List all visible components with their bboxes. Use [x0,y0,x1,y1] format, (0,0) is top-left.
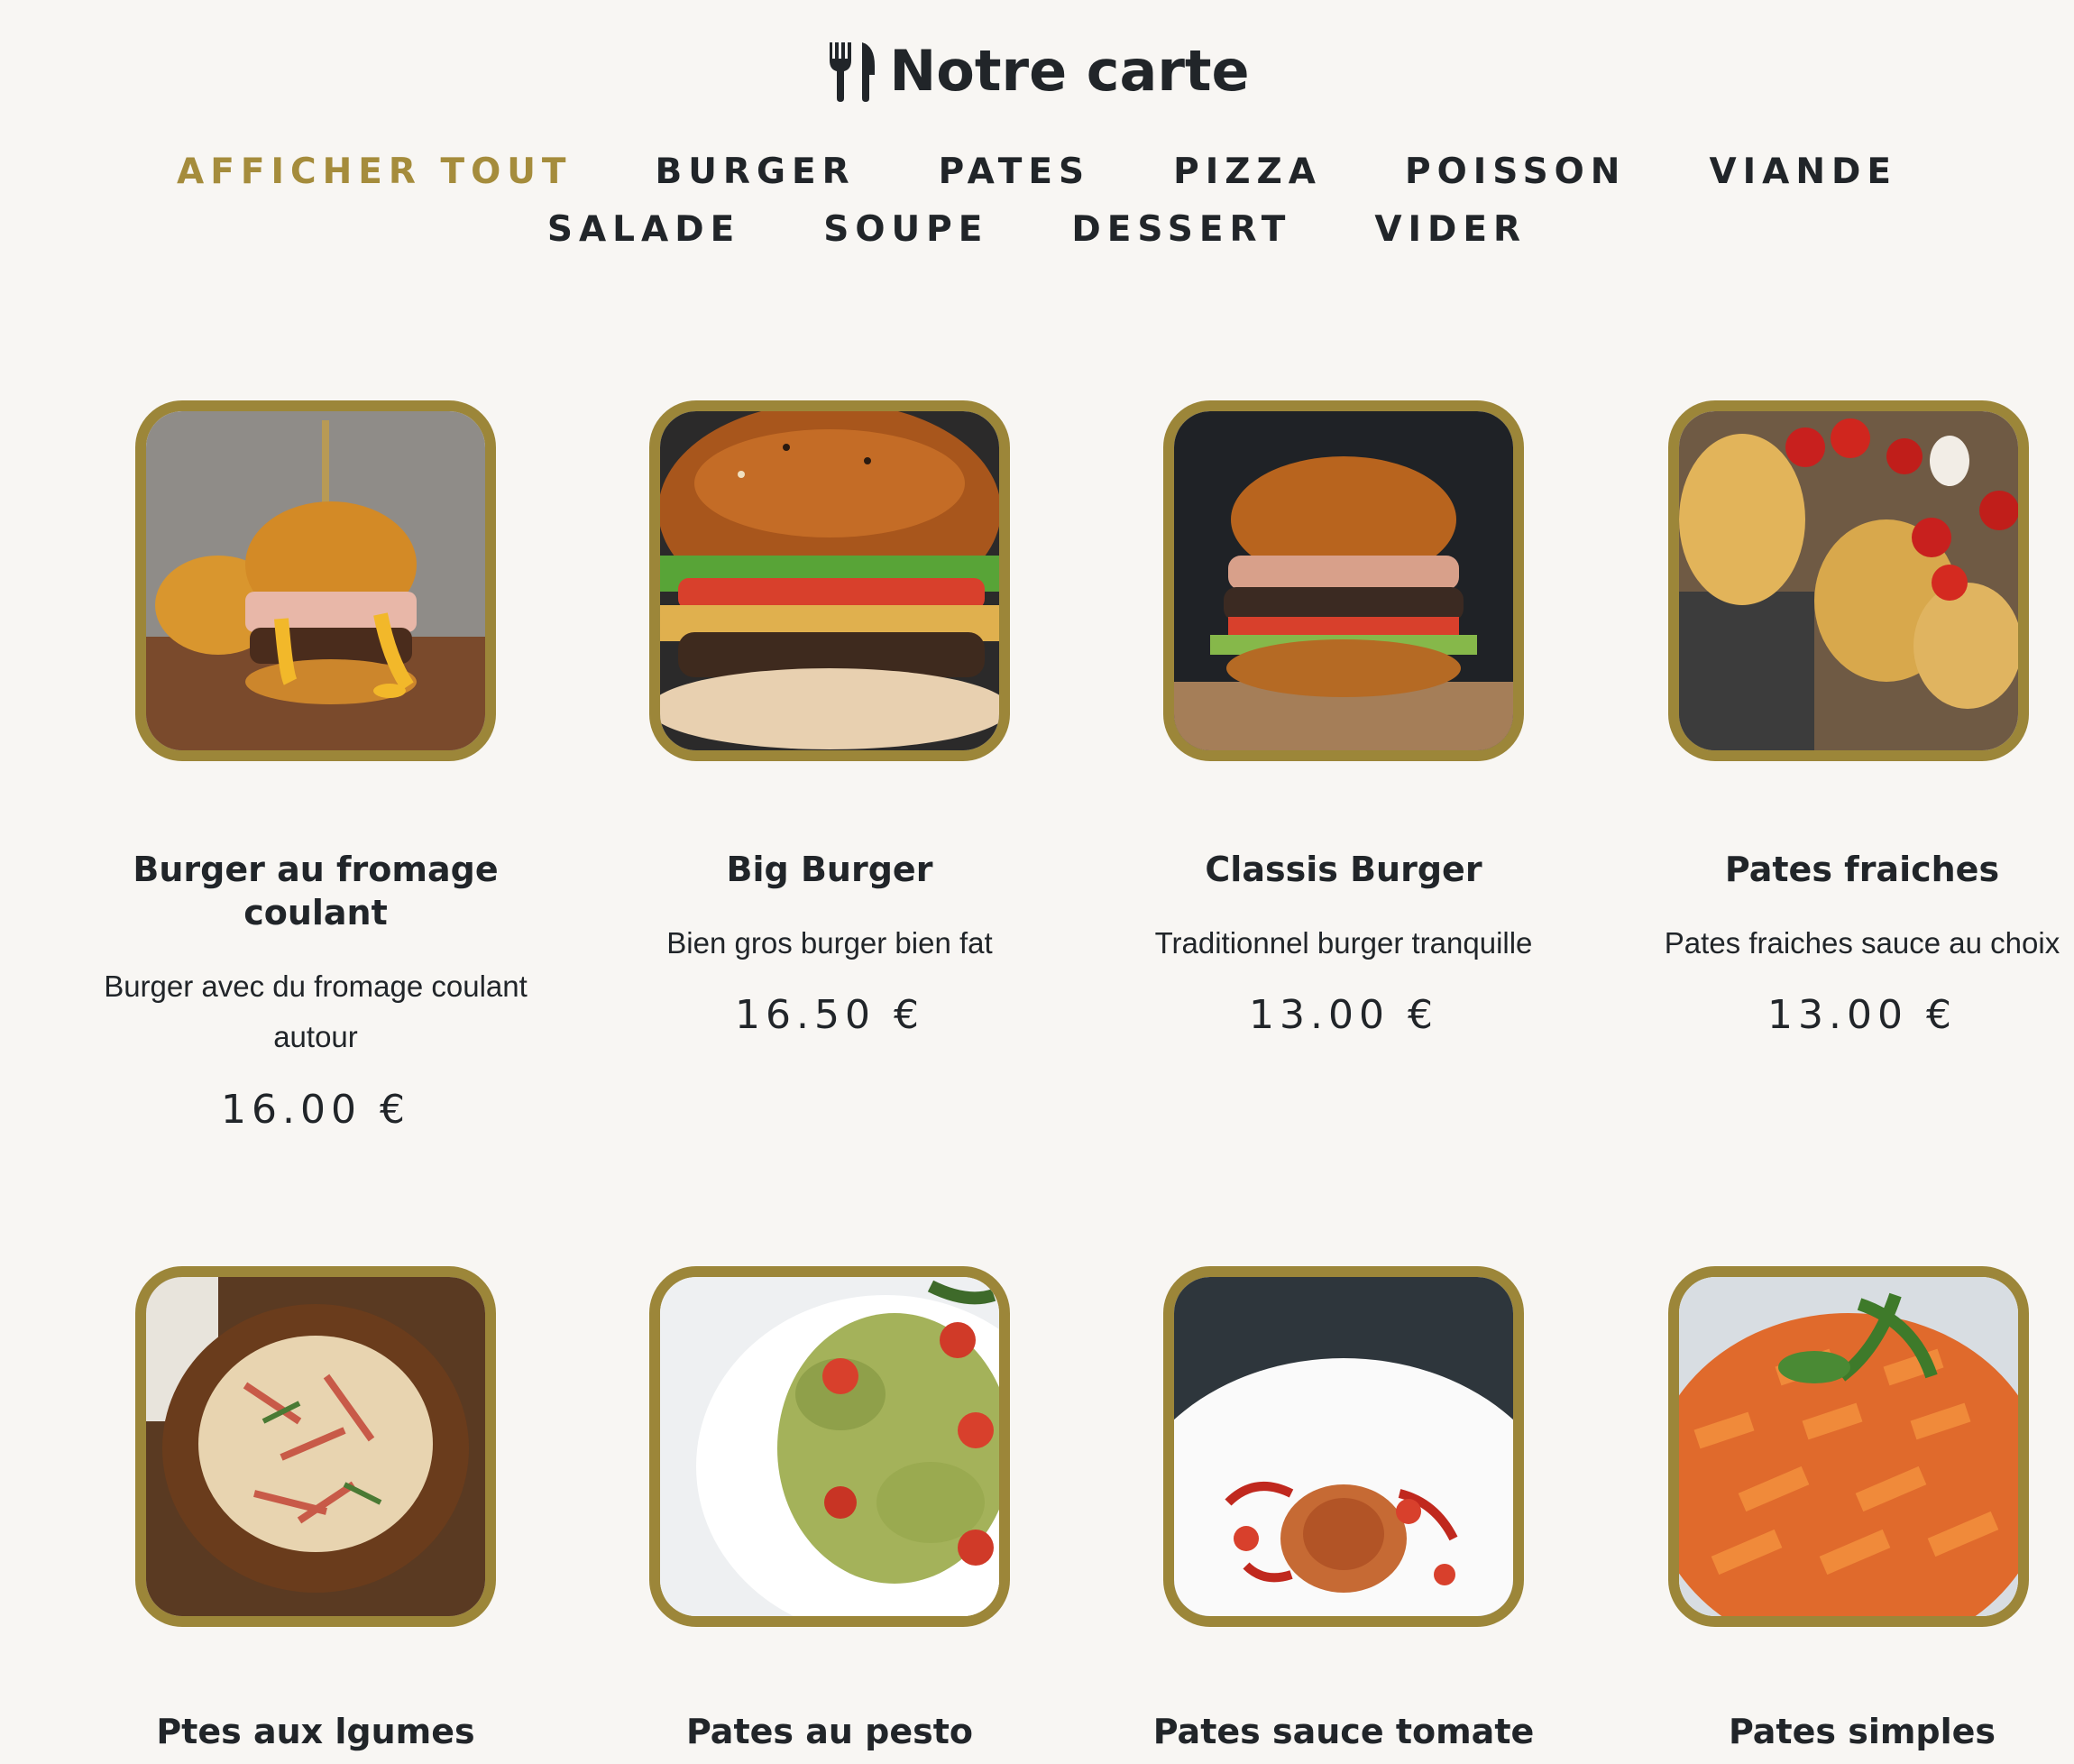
item-description: Burger avec du fromage coulant autour [104,969,528,1053]
fresh-pasta-photo[interactable] [1668,400,2029,761]
filter-burger[interactable]: BURGER [656,152,856,192]
item-name: Pates fraiches [1724,850,2000,889]
filter-row-1: AFFICHER TOUT BURGER PATES PIZZA POISSON… [0,146,2074,197]
tomato-pasta-photo[interactable] [1163,1266,1524,1627]
filter-vider[interactable]: VIDER [1374,209,1527,250]
filter-pates[interactable]: PATES [939,152,1091,192]
item-price: 13.00 € [1249,992,1438,1038]
item-description: Pates fraiches sauce au choix [1664,926,2060,960]
filter-show-all[interactable]: AFFICHER TOUT [177,152,573,192]
cheese-burger-photo[interactable] [135,400,496,761]
item-price: 13.00 € [1767,992,1957,1038]
classic-burger-photo[interactable] [1163,400,1524,761]
fork-knife-icon [824,39,878,102]
vegetable-pasta-photo[interactable] [135,1266,496,1627]
item-price: 16.50 € [735,992,924,1038]
filter-salade[interactable]: SALADE [547,209,740,250]
page-header: Notre carte [0,34,2074,106]
penne-pasta-photo[interactable] [1668,1266,2029,1627]
item-description: Bien gros burger bien fat [666,926,993,960]
item-name: Pates simples [1728,1712,1996,1751]
item-name: Big Burger [726,850,933,889]
filter-row-2: SALADE SOUPE DESSERT VIDER [0,204,2074,254]
item-name: Classis Burger [1205,850,1482,889]
item-name: Pates au pesto [685,1712,974,1751]
filter-soupe[interactable]: SOUPE [823,209,988,250]
filter-viande[interactable]: VIANDE [1709,152,1897,192]
item-price: 16.00 € [221,1087,410,1133]
pesto-pasta-photo[interactable] [649,1266,1010,1627]
page-title: Notre carte [824,37,1250,104]
item-name: Ptes aux lgumes [156,1712,475,1751]
item-name: Burger au fromage coulant [133,850,499,933]
filter-poisson[interactable]: POISSON [1405,152,1626,192]
item-name: Pates sauce tomate [1152,1712,1535,1751]
page-title-text: Notre carte [889,37,1250,104]
filter-pizza[interactable]: PIZZA [1173,152,1322,192]
filter-dessert[interactable]: DESSERT [1071,209,1291,250]
item-description: Traditionnel burger tranquille [1154,926,1533,960]
big-burger-photo[interactable] [649,400,1010,761]
